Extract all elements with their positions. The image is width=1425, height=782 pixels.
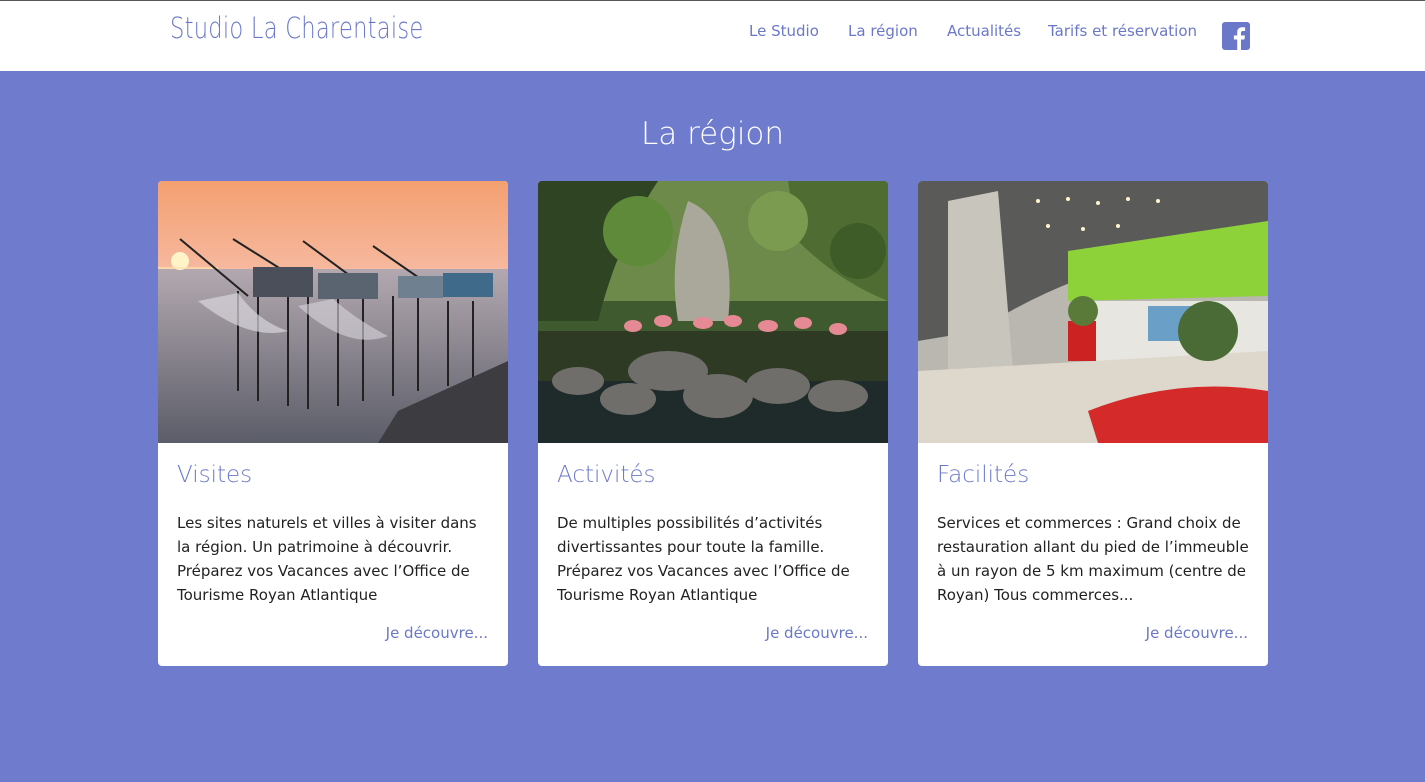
- discover-link[interactable]: Je découvre...: [386, 624, 488, 642]
- card-activites: Activités De multiples possibilités d’ac…: [538, 181, 888, 666]
- discover-link[interactable]: Je découvre...: [1146, 624, 1248, 642]
- card-image-shopping-mall: [918, 181, 1268, 443]
- site-header: Studio La Charentaise Le Studio La régio…: [0, 0, 1425, 71]
- card-image-flamingos: [538, 181, 888, 443]
- nav-la-region[interactable]: La région: [848, 22, 918, 40]
- card-description: Services et commerces : Grand choix de r…: [937, 514, 1249, 604]
- nav-le-studio[interactable]: Le Studio: [749, 22, 819, 40]
- card-image-fishing-huts: [158, 181, 508, 443]
- card-description: Les sites naturels et villes à visiter d…: [177, 514, 477, 604]
- discover-link[interactable]: Je découvre...: [766, 624, 868, 642]
- card-title: Activités: [557, 462, 656, 488]
- nav-actualites[interactable]: Actualités: [947, 22, 1021, 40]
- card-description: De multiples possibilités d’activités di…: [557, 514, 850, 604]
- card-visites: Visites Les sites naturels et villes à v…: [158, 181, 508, 666]
- facebook-glyph: [1233, 27, 1246, 50]
- card-facilites: Facilités Services et commerces : Grand …: [918, 181, 1268, 666]
- page-title: La région: [640, 116, 785, 152]
- card-title: Facilités: [937, 462, 1030, 488]
- nav-tarifs-reservation[interactable]: Tarifs et réservation: [1048, 22, 1197, 40]
- main-nav: Le Studio La région Actualités Tarifs et…: [0, 22, 1425, 46]
- facebook-icon[interactable]: [1222, 22, 1250, 50]
- card-title: Visites: [177, 462, 253, 488]
